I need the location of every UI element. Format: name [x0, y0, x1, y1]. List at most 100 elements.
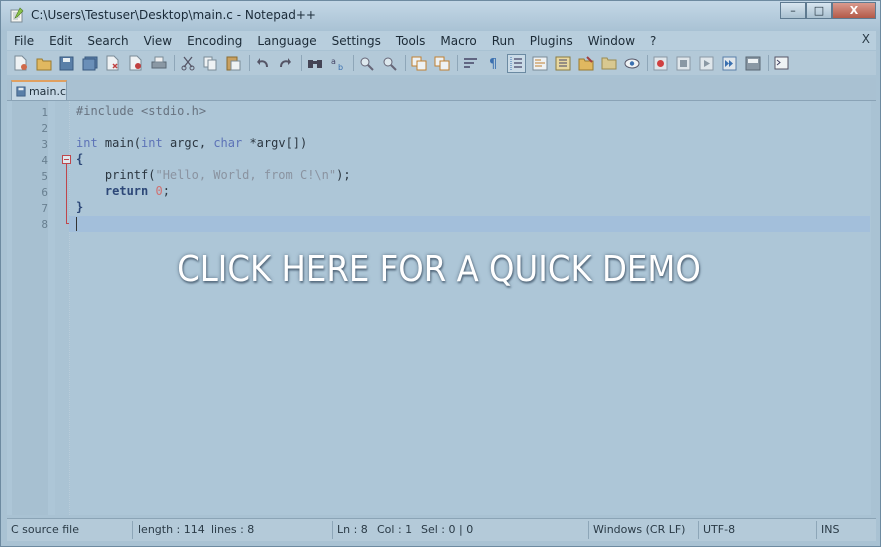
- menu-macro[interactable]: Macro: [433, 34, 484, 48]
- find-icon[interactable]: [306, 55, 323, 72]
- status-length: length : 114: [138, 523, 205, 536]
- toolbar-separator: [768, 55, 769, 71]
- code-line-4: {: [76, 152, 84, 166]
- svg-text:a: a: [331, 57, 336, 66]
- play-macro-icon[interactable]: [698, 55, 715, 72]
- toolbar-separator: [647, 55, 648, 71]
- sync-vertical-icon[interactable]: [410, 55, 427, 72]
- console-icon[interactable]: [773, 55, 790, 72]
- line-number: 5: [41, 170, 48, 183]
- code-line-5: printf("Hello, World, from C!\n");: [76, 168, 351, 182]
- paste-icon[interactable]: [225, 55, 242, 72]
- redo-icon[interactable]: [277, 55, 294, 72]
- menu-plugins[interactable]: Plugins: [523, 34, 581, 48]
- status-eol: Windows (CR LF): [589, 521, 699, 539]
- tab-label: main.c: [28, 84, 66, 98]
- menu-help[interactable]: ?: [643, 34, 664, 48]
- status-file-type: C source file: [7, 521, 133, 539]
- fold-line: [66, 164, 67, 224]
- text-caret: [76, 217, 77, 231]
- menu-encoding[interactable]: Encoding: [180, 34, 250, 48]
- sync-horizontal-icon[interactable]: [433, 55, 450, 72]
- close-all-icon[interactable]: [127, 55, 144, 72]
- status-lines: lines : 8: [207, 521, 333, 539]
- code-line-7: }: [76, 200, 84, 214]
- line-number: 8: [41, 218, 48, 231]
- word-wrap-icon[interactable]: [462, 55, 479, 72]
- quick-demo-overlay-link[interactable]: CLICK HERE FOR A QUICK DEMO: [50, 249, 828, 290]
- status-bar: C source file length : 114 lines : 8 Ln …: [7, 518, 876, 541]
- toolbar-separator: [353, 55, 354, 71]
- zoom-out-icon[interactable]: [381, 55, 398, 72]
- cut-icon[interactable]: [179, 55, 196, 72]
- menu-window[interactable]: Window: [581, 34, 643, 48]
- record-macro-icon[interactable]: [652, 55, 669, 72]
- maximize-button[interactable]: □: [806, 2, 832, 19]
- menu-bar: File Edit Search View Encoding Language …: [7, 31, 876, 50]
- function-list-icon[interactable]: [554, 55, 571, 72]
- title-bar: C:\Users\Testuser\Desktop\main.c - Notep…: [1, 1, 880, 31]
- notepad-window: C:\Users\Testuser\Desktop\main.c - Notep…: [0, 0, 881, 547]
- run-macro-multiple-icon[interactable]: [721, 55, 738, 72]
- line-number: 7: [41, 202, 48, 215]
- minimize-button[interactable]: –: [780, 2, 806, 19]
- line-number: 2: [41, 122, 48, 135]
- close-icon[interactable]: [104, 55, 121, 72]
- menu-edit[interactable]: Edit: [42, 34, 80, 48]
- indent-guide-icon[interactable]: [507, 53, 526, 73]
- status-insert-mode: INS: [821, 523, 840, 536]
- save-icon[interactable]: [58, 55, 75, 72]
- line-number-gutter: 1 2 3 4 5 6 7 8: [12, 101, 48, 515]
- editor-area[interactable]: 1 2 3 4 5 6 7 8 #include <stdio.h> int m…: [7, 101, 871, 515]
- stop-macro-icon[interactable]: [675, 55, 692, 72]
- menu-view[interactable]: View: [137, 34, 180, 48]
- menu-settings[interactable]: Settings: [325, 34, 389, 48]
- new-file-icon[interactable]: [12, 55, 29, 72]
- code-line-3: int main(int argc, char *argv[]): [76, 136, 308, 150]
- toolbar-separator: [457, 55, 458, 71]
- window-title: C:\Users\Testuser\Desktop\main.c - Notep…: [31, 8, 316, 22]
- svg-text:b: b: [338, 63, 343, 71]
- file-tab-icon: [16, 86, 26, 96]
- menu-search[interactable]: Search: [80, 34, 136, 48]
- line-number: 6: [41, 186, 48, 199]
- menu-tools[interactable]: Tools: [389, 34, 434, 48]
- toolbar: ab ¶: [7, 51, 876, 75]
- status-col: Col : 1: [377, 523, 413, 536]
- menu-language[interactable]: Language: [250, 34, 324, 48]
- open-file-icon[interactable]: [35, 55, 52, 72]
- code-line-6: return 0;: [104, 184, 170, 198]
- toolbar-separator: [301, 55, 302, 71]
- notepad-app-icon: [10, 7, 24, 23]
- line-number: 3: [41, 138, 48, 151]
- toolbar-separator: [174, 55, 175, 71]
- undo-icon[interactable]: [254, 55, 271, 72]
- folder-workspace-icon[interactable]: [577, 55, 594, 72]
- print-icon[interactable]: [150, 55, 167, 72]
- document-map-icon[interactable]: [531, 55, 548, 72]
- fold-collapse-icon[interactable]: [62, 155, 71, 164]
- replace-icon[interactable]: ab: [329, 55, 346, 72]
- code-line-1: #include <stdio.h>: [76, 104, 207, 118]
- svg-text:¶: ¶: [489, 57, 497, 71]
- show-all-chars-icon[interactable]: ¶: [485, 55, 502, 72]
- close-document-button[interactable]: X: [862, 32, 870, 46]
- line-number: 4: [41, 154, 48, 167]
- status-sel: Sel : 0 | 0: [417, 521, 589, 539]
- save-macro-icon[interactable]: [744, 55, 761, 72]
- zoom-in-icon[interactable]: [358, 55, 375, 72]
- tab-main-c[interactable]: main.c: [11, 80, 67, 100]
- status-ln: Ln : 8: [337, 523, 368, 536]
- toolbar-separator: [405, 55, 406, 71]
- status-encoding: UTF-8: [699, 521, 817, 539]
- folder-open-icon[interactable]: [600, 55, 617, 72]
- menu-file[interactable]: File: [7, 34, 42, 48]
- document-tab-bar: main.c: [7, 78, 876, 101]
- menu-run[interactable]: Run: [485, 34, 523, 48]
- close-window-button[interactable]: X: [832, 2, 876, 19]
- copy-icon[interactable]: [202, 55, 219, 72]
- toolbar-separator: [249, 55, 250, 71]
- current-line-highlight: [69, 216, 870, 232]
- save-all-icon[interactable]: [81, 55, 98, 72]
- monitor-icon[interactable]: [623, 55, 640, 72]
